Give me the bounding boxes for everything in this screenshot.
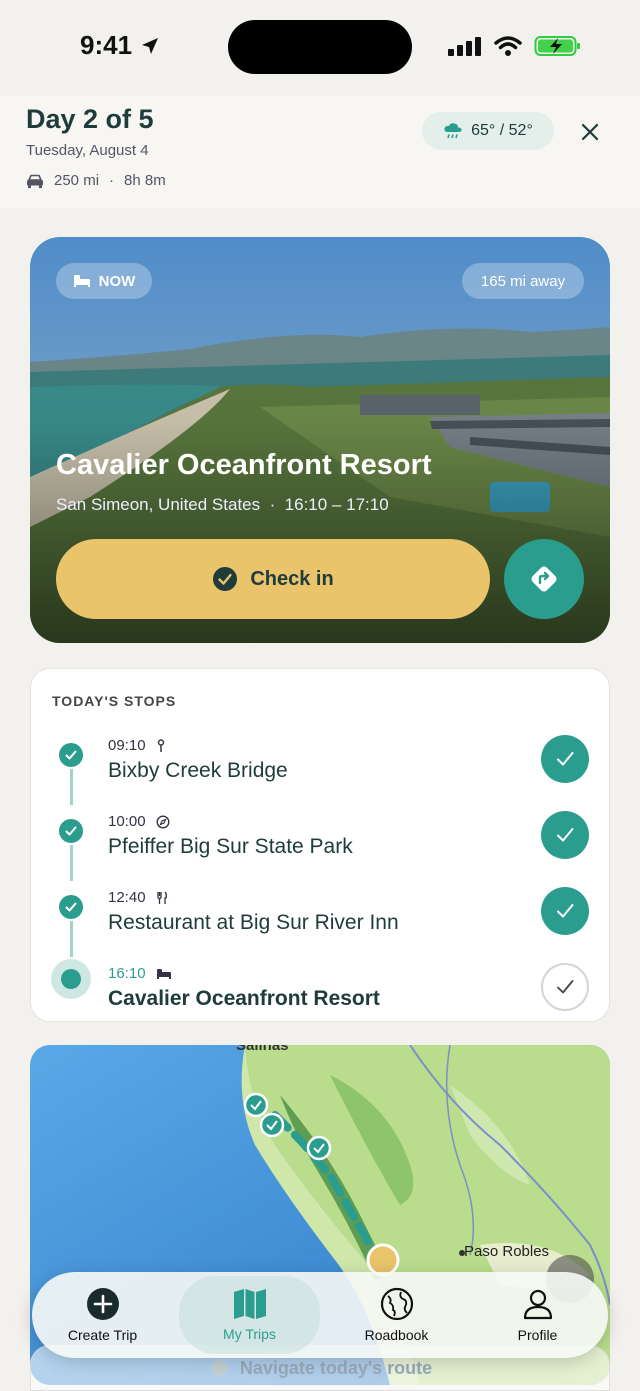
- navigate-route-label: Navigate today's route: [239, 1357, 433, 1378]
- bed-icon: [73, 275, 90, 287]
- distance-away-label: 165 mi away: [480, 272, 566, 290]
- person-icon: [523, 1289, 552, 1320]
- stop-subtitle: San Simeon, United States · 16:10 – 17:1…: [56, 495, 389, 514]
- day-header: Day 2 of 5 Tuesday, August 4 250 mi · 8h…: [0, 96, 640, 208]
- map-icon: [233, 1289, 266, 1319]
- check-icon: [65, 826, 77, 836]
- stop-item-current[interactable]: 16:10 Cavalier Oceanfront Resort: [31, 955, 611, 1031]
- compass-icon: [156, 814, 170, 829]
- done-dot: [59, 819, 83, 843]
- current-dot: [51, 959, 91, 999]
- stop-time: 10:00: [108, 813, 170, 830]
- day-date: Tuesday, August 4: [26, 142, 149, 159]
- timeline-connector: [70, 845, 73, 881]
- stop-time: 09:10: [108, 737, 166, 754]
- tab-bar: Create Trip My Trips Roadbook Profile: [32, 1272, 608, 1358]
- check-icon: [65, 750, 77, 760]
- status-bar: 9:41: [0, 0, 640, 96]
- stop-time-label: 09:10: [108, 737, 146, 754]
- status-time: 9:41: [80, 30, 160, 61]
- system-icons: [448, 34, 582, 58]
- stop-name: Restaurant at Big Sur River Inn: [108, 911, 399, 934]
- weather-pill[interactable]: 65° / 52°: [422, 112, 554, 150]
- battery-charging-icon: [534, 36, 580, 56]
- globe-icon: [380, 1287, 413, 1321]
- stop-time: 12:40: [108, 889, 168, 906]
- done-dot: [59, 743, 83, 767]
- tab-label: Profile: [517, 1327, 558, 1343]
- weather-label: 65° / 52°: [471, 122, 533, 139]
- pin-icon: [157, 738, 164, 752]
- current-stop-card[interactable]: NOW 165 mi away Cavalier Oceanfront Reso…: [30, 237, 610, 643]
- now-label: NOW: [98, 272, 136, 290]
- meta-separator: ·: [109, 172, 115, 189]
- directions-icon: [210, 1359, 228, 1377]
- now-badge: NOW: [56, 263, 152, 299]
- tab-create-trip[interactable]: Create Trip: [32, 1272, 173, 1358]
- tab-label: My Trips: [223, 1326, 276, 1342]
- cloud-rain-icon: [444, 123, 462, 139]
- close-button[interactable]: [574, 116, 606, 148]
- stop-name: Cavalier Oceanfront Resort: [108, 987, 380, 1010]
- stop-time-label: 10:00: [108, 813, 146, 830]
- wifi-icon: [494, 36, 522, 56]
- check-icon: [65, 902, 77, 912]
- check-icon: [557, 828, 574, 842]
- check-icon: [557, 752, 574, 766]
- tab-label: Create Trip: [67, 1327, 138, 1343]
- check-in-label: Check in: [250, 567, 334, 590]
- timeline-connector: [70, 769, 73, 805]
- close-icon: [581, 123, 599, 141]
- timeline-connector: [70, 921, 73, 957]
- done-dot: [59, 895, 83, 919]
- check-icon: [557, 980, 574, 994]
- utensils-icon: [156, 891, 167, 904]
- location-arrow-icon: [142, 37, 159, 54]
- completed-check-button[interactable]: [541, 887, 589, 935]
- stop-title: Cavalier Oceanfront Resort: [56, 449, 432, 481]
- completed-check-button[interactable]: [541, 735, 589, 783]
- duration-label: 8h 8m: [124, 172, 166, 189]
- pending-check-button[interactable]: [541, 963, 589, 1011]
- directions-button[interactable]: [504, 539, 584, 619]
- stop-item[interactable]: 09:10 Bixby Creek Bridge: [31, 727, 611, 805]
- dynamic-island: [228, 20, 412, 74]
- stop-name: Bixby Creek Bridge: [108, 759, 288, 782]
- stop-time: 16:10: [108, 965, 172, 982]
- stop-time-label: 12:40: [108, 889, 146, 906]
- todays-stops-card: TODAY'S STOPS 09:10 Bixby Creek Bridge 1…: [30, 668, 610, 1022]
- check-circle-icon: [213, 567, 238, 591]
- stop-item[interactable]: 12:40 Restaurant at Big Sur River Inn: [31, 879, 611, 957]
- tab-roadbook[interactable]: Roadbook: [326, 1272, 467, 1358]
- stop-time-label: 16:10: [108, 965, 146, 982]
- tab-profile[interactable]: Profile: [467, 1272, 608, 1358]
- directions-icon: [531, 566, 557, 592]
- check-icon: [557, 904, 574, 918]
- bed-icon: [156, 968, 171, 979]
- map-label-paso-robles: Paso Robles: [464, 1243, 550, 1260]
- time-label: 9:41: [80, 30, 133, 60]
- day-meta: 250 mi · 8h 8m: [26, 172, 166, 189]
- tab-label: Roadbook: [364, 1327, 429, 1343]
- stop-name: Pfeiffer Big Sur State Park: [108, 835, 353, 858]
- stop-item[interactable]: 10:00 Pfeiffer Big Sur State Park: [31, 803, 611, 881]
- signal-icon: [448, 37, 481, 56]
- tab-my-trips[interactable]: My Trips: [179, 1276, 320, 1354]
- distance-label: 250 mi: [54, 172, 100, 189]
- distance-away-badge: 165 mi away: [462, 263, 584, 299]
- completed-check-button[interactable]: [541, 811, 589, 859]
- day-title: Day 2 of 5: [26, 104, 154, 134]
- check-in-button[interactable]: Check in: [56, 539, 490, 619]
- plus-circle-icon: [86, 1288, 119, 1320]
- map-label-salinas: Salinas: [236, 1045, 289, 1054]
- stops-title: TODAY'S STOPS: [52, 693, 177, 709]
- car-icon: [27, 174, 43, 188]
